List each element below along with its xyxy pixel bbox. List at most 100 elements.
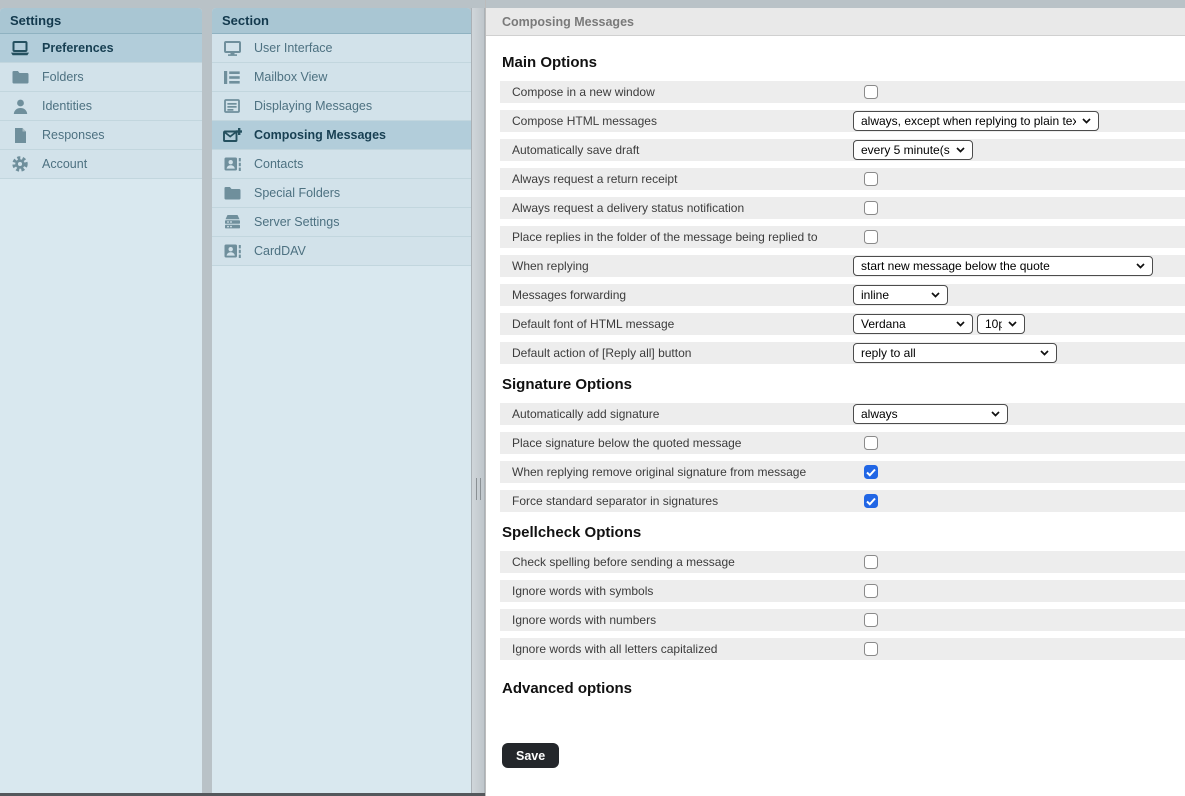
setting-label: Compose in a new window — [500, 85, 853, 99]
setting-row: Ignore words with symbols — [500, 580, 1185, 602]
section-item-label: Composing Messages — [254, 128, 386, 142]
group-heading-spellcheck-options: Spellcheck Options — [502, 524, 1185, 541]
settings-item-label: Account — [42, 157, 87, 171]
section-item-mailbox-view[interactable]: Mailbox View — [212, 63, 471, 92]
folder-icon — [222, 186, 242, 200]
forwarding-select[interactable]: inline — [853, 285, 948, 305]
setting-label: Messages forwarding — [500, 288, 853, 302]
main-content: Composing Messages Main Options Compose … — [485, 0, 1185, 796]
setting-row: Compose in a new window — [500, 81, 1185, 103]
settings-item-identities[interactable]: Identities — [0, 92, 202, 121]
section-item-label: User Interface — [254, 41, 333, 55]
settings-item-label: Responses — [42, 128, 105, 142]
settings-item-preferences[interactable]: Preferences — [0, 34, 202, 63]
section-item-label: Server Settings — [254, 215, 339, 229]
group-heading-signature-options: Signature Options — [502, 376, 1185, 393]
monitor-icon — [222, 41, 242, 56]
setting-label: When replying remove original signature … — [500, 465, 853, 479]
setting-row: Ignore words with numbers — [500, 609, 1185, 631]
settings-item-folders[interactable]: Folders — [0, 63, 202, 92]
setting-row: Place replies in the folder of the messa… — [500, 226, 1185, 248]
setting-label: Automatically save draft — [500, 143, 853, 157]
contact-card-icon — [222, 157, 242, 171]
page-title: Composing Messages — [486, 8, 1185, 36]
setting-label: Place replies in the folder of the messa… — [500, 230, 853, 244]
remove-original-signature-checkbox[interactable] — [864, 465, 878, 479]
settings-panel: Settings Preferences Folders Identities … — [0, 8, 202, 793]
ignore-numbers-checkbox[interactable] — [864, 613, 878, 627]
setting-row: Default font of HTML message Verdana 10p… — [500, 313, 1185, 335]
settings-item-label: Preferences — [42, 41, 114, 55]
setting-label: Ignore words with symbols — [500, 584, 853, 598]
chevron-down-icon — [931, 292, 940, 298]
section-item-contacts[interactable]: Contacts — [212, 150, 471, 179]
chevron-down-icon — [991, 411, 1000, 417]
save-draft-select[interactable]: every 5 minute(s) — [853, 140, 973, 160]
settings-item-account[interactable]: Account — [0, 150, 202, 179]
setting-row: Automatically save draft every 5 minute(… — [500, 139, 1185, 161]
setting-row: Ignore words with all letters capitalize… — [500, 638, 1185, 660]
setting-label: Automatically add signature — [500, 407, 853, 421]
user-icon — [10, 99, 30, 114]
html-font-size-select[interactable]: 10pt — [977, 314, 1025, 334]
section-item-special-folders[interactable]: Special Folders — [212, 179, 471, 208]
setting-row: Default action of [Reply all] button rep… — [500, 342, 1185, 364]
section-panel-title: Section — [212, 8, 471, 34]
setting-label: Default action of [Reply all] button — [500, 346, 853, 360]
setting-row: Always request a delivery status notific… — [500, 197, 1185, 219]
compose-html-select[interactable]: always, except when replying to plain te… — [853, 111, 1099, 131]
setting-label: Place signature below the quoted message — [500, 436, 853, 450]
ignore-capitalized-checkbox[interactable] — [864, 642, 878, 656]
section-item-label: Contacts — [254, 157, 303, 171]
ignore-symbols-checkbox[interactable] — [864, 584, 878, 598]
section-item-carddav[interactable]: CardDAV — [212, 237, 471, 266]
setting-row: Messages forwarding inline — [500, 284, 1185, 306]
settings-item-responses[interactable]: Responses — [0, 121, 202, 150]
add-signature-select[interactable]: always — [853, 404, 1008, 424]
setting-label: Force standard separator in signatures — [500, 494, 853, 508]
setting-row: Check spelling before sending a message — [500, 551, 1185, 573]
settings-panel-title: Settings — [0, 8, 202, 34]
chevron-down-icon — [1136, 263, 1145, 269]
compose-new-window-checkbox[interactable] — [864, 85, 878, 99]
section-item-server-settings[interactable]: Server Settings — [212, 208, 471, 237]
setting-label: Always request a delivery status notific… — [500, 201, 853, 215]
replies-same-folder-checkbox[interactable] — [864, 230, 878, 244]
group-heading-advanced-options: Advanced options — [502, 680, 1185, 697]
chevron-down-icon — [956, 147, 965, 153]
save-button[interactable]: Save — [502, 743, 559, 768]
settings-item-label: Identities — [42, 99, 92, 113]
spellcheck-before-send-checkbox[interactable] — [864, 555, 878, 569]
section-item-label: CardDAV — [254, 244, 306, 258]
signature-below-quote-checkbox[interactable] — [864, 436, 878, 450]
html-font-select[interactable]: Verdana — [853, 314, 973, 334]
server-icon — [222, 215, 242, 229]
setting-row: Always request a return receipt — [500, 168, 1185, 190]
setting-row: Automatically add signature always — [500, 403, 1185, 425]
setting-label: When replying — [500, 259, 853, 273]
section-item-user-interface[interactable]: User Interface — [212, 34, 471, 63]
when-replying-select[interactable]: start new message below the quote — [853, 256, 1153, 276]
contact-card-icon — [222, 244, 242, 258]
preferences-form: Main Options Compose in a new window Com… — [486, 36, 1185, 796]
setting-label: Compose HTML messages — [500, 114, 853, 128]
return-receipt-checkbox[interactable] — [864, 172, 878, 186]
setting-row: Force standard separator in signatures — [500, 490, 1185, 512]
section-panel: Section User Interface Mailbox View Disp… — [212, 8, 471, 793]
gear-icon — [10, 156, 30, 172]
message-display-icon — [222, 99, 242, 113]
file-icon — [10, 128, 30, 143]
splitter-handle-icon — [476, 478, 481, 500]
force-separator-checkbox[interactable] — [864, 494, 878, 508]
delivery-status-checkbox[interactable] — [864, 201, 878, 215]
column-splitter[interactable] — [471, 8, 485, 793]
section-item-label: Displaying Messages — [254, 99, 372, 113]
list-icon — [222, 71, 242, 84]
reply-all-action-select[interactable]: reply to all — [853, 343, 1057, 363]
section-item-displaying-messages[interactable]: Displaying Messages — [212, 92, 471, 121]
group-heading-main-options: Main Options — [502, 54, 1185, 71]
setting-row: When replying remove original signature … — [500, 461, 1185, 483]
section-item-composing-messages[interactable]: Composing Messages — [212, 121, 471, 150]
setting-row: Compose HTML messages always, except whe… — [500, 110, 1185, 132]
chevron-down-icon — [956, 321, 965, 327]
